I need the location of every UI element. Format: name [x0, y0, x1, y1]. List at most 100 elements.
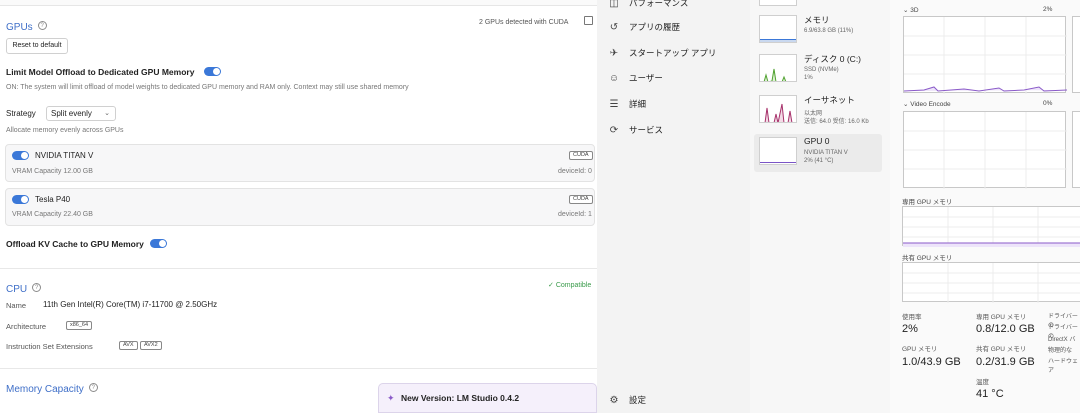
video-encode-graph: [903, 111, 1067, 189]
gpu-name-0: NVIDIA TITAN V: [35, 151, 94, 160]
kv-toggle[interactable]: [150, 239, 167, 248]
nav-label: サービス: [629, 125, 664, 135]
resource-disk[interactable]: ディスク 0 (C:) SSD (NVMe) 1%: [754, 51, 882, 89]
gpu-mem-label: GPU メモリ: [902, 346, 938, 353]
memory-title: Memory Capacity: [6, 384, 84, 395]
update-toast[interactable]: ✦ New Version: LM Studio 0.4.2: [378, 383, 597, 413]
strategy-value: Split evenly: [51, 109, 92, 118]
nav-label: スタートアップ アプリ: [629, 48, 717, 58]
resource-sub: SSD (NVMe): [804, 67, 839, 73]
gear-icon: ⚙: [609, 394, 619, 406]
history-icon: ↺: [609, 21, 619, 33]
nav-item-app-history[interactable]: ↺ アプリの履歴: [607, 19, 680, 35]
memory-header: Memory Capacity?: [6, 379, 98, 397]
gpu-thumb: [759, 137, 797, 165]
disk-spark: [763, 68, 787, 81]
side-line: ハードウェア: [1048, 359, 1079, 374]
gpu-vram-0: VRAM Capacity 12.00 GB: [12, 168, 93, 175]
nav-item-users[interactable]: ☺ ユーザー: [607, 70, 663, 86]
cpu-header: CPU?: [6, 279, 42, 297]
cpu-compat-label: Compatible: [555, 282, 592, 289]
engine-3d-svg: [903, 17, 1068, 94]
engine-graph-right: [1072, 16, 1080, 93]
video-encode-pct: 0%: [1043, 100, 1053, 107]
gpus-header: GPUs?: [6, 17, 47, 35]
ded-value: 0.8/12.0 GB: [976, 323, 1035, 335]
resource-sub: NVIDIA TITAN V: [804, 150, 848, 156]
resource-name: メモリ: [804, 15, 830, 25]
services-icon: ⟳: [609, 124, 619, 136]
cuda-badge-0: CUDA: [569, 151, 593, 160]
chevron-down-icon: ⌄: [104, 110, 110, 117]
shared-value: 0.2/31.9 GB: [976, 356, 1035, 368]
ise-chip-avx2: AVX2: [140, 341, 162, 350]
refresh-icon[interactable]: [584, 16, 593, 25]
help-icon[interactable]: ?: [32, 283, 42, 293]
shared-mem-label: 共有 GPU メモリ: [902, 255, 953, 262]
help-icon[interactable]: ?: [88, 383, 98, 393]
gpu-vram-1: VRAM Capacity 22.40 GB: [12, 211, 93, 218]
ise-chip-avx: AVX: [119, 341, 138, 350]
shared-mem-graph: [902, 262, 1080, 303]
resource-name: ディスク 0 (C:): [804, 54, 862, 64]
toast-title: New Version: LM Studio 0.4.2: [401, 393, 520, 403]
nav-label: パフォーマンス: [629, 0, 689, 8]
nav-label: ユーザー: [629, 73, 663, 83]
cpu-name-label: Name: [6, 301, 27, 310]
gpu-toggle-1[interactable]: [12, 195, 29, 204]
gpu-card-1: Tesla P40 VRAM Capacity 22.40 GB CUDA de…: [5, 188, 595, 226]
ise-label: Instruction Set Extensions: [6, 342, 93, 351]
strategy-dropdown[interactable]: Split evenly ⌄: [46, 106, 116, 121]
check-icon: ✓: [548, 282, 556, 289]
nav-item-startup[interactable]: ✈ スタートアップ アプリ: [607, 45, 717, 61]
usage-label: 使用率: [902, 314, 922, 321]
gpu-device-0: deviceId: 0: [558, 168, 592, 175]
resource-ethernet[interactable]: イーサネット 以太网 送信: 64.0 受信: 16.0 Kb: [754, 92, 882, 130]
offload-toggle[interactable]: [204, 67, 221, 76]
temp-label: 温度: [976, 379, 989, 386]
gpu-detail: ⌄ 3D 2% ⌄ Video Encode 0% 専用 GPU メモリ 共有 …: [890, 0, 1080, 413]
cpu-thumb[interactable]: [759, 0, 797, 6]
gpu-mem-value: 1.0/43.9 GB: [902, 356, 961, 368]
cpu-name-value: 11th Gen Intel(R) Core(TM) i7-11700 @ 2.…: [43, 300, 218, 309]
side-line: 物理的な: [1048, 348, 1073, 354]
strategy-desc: Allocate memory evenly across GPUs: [6, 127, 124, 134]
help-icon[interactable]: ?: [37, 21, 47, 31]
arch-label: Architecture: [6, 322, 47, 331]
dedicated-mem-label: 専用 GPU メモリ: [902, 199, 953, 206]
nav-item-details[interactable]: ☰ 詳細: [607, 96, 647, 112]
dedicated-mem-svg: [903, 207, 1080, 247]
gpu-device-1: deviceId: 1: [558, 211, 592, 218]
divider: [0, 268, 597, 269]
resource-memory[interactable]: メモリ 6.9/63.8 GB (11%): [754, 12, 882, 50]
strategy-label: Strategy: [6, 109, 36, 118]
gpu-toggle-0[interactable]: [12, 151, 29, 160]
performance-icon: ◫: [609, 0, 619, 9]
engine-3d-graph: [903, 16, 1068, 94]
video-encode-svg: [904, 112, 1067, 189]
memory-thumb: [759, 15, 797, 43]
kv-title: Offload KV Cache to GPU Memory: [6, 239, 144, 249]
usage-value: 2%: [902, 323, 918, 335]
side-line: DirectX バ: [1048, 337, 1076, 343]
ded-label: 専用 GPU メモリ: [976, 314, 1027, 321]
resource-name: イーサネット: [804, 95, 855, 105]
gpu-name-1: Tesla P40: [35, 195, 71, 204]
users-icon: ☺: [608, 72, 620, 84]
video-graph-right: [1072, 111, 1080, 188]
lm-studio-hardware-panel: GPUs? 2 GPUs detected with CUDA Reset to…: [0, 0, 597, 413]
reset-button[interactable]: Reset to default: [6, 38, 68, 54]
cpu-title: CPU: [6, 284, 28, 295]
nav-item-services[interactable]: ⟳ サービス: [607, 122, 663, 138]
nav-item-settings[interactable]: ⚙ 設定: [607, 392, 647, 408]
dedicated-mem-graph: [902, 206, 1080, 247]
ethernet-thumb: [759, 95, 797, 123]
divider: [0, 368, 597, 369]
arch-chip: x86_64: [66, 321, 93, 330]
resource-gpu0[interactable]: GPU 0 NVIDIA TITAN V 2% (41 °C): [754, 134, 882, 172]
engine-3d-pct: 2%: [1043, 6, 1053, 13]
shared-label: 共有 GPU メモリ: [976, 346, 1027, 353]
engine-3d-label: ⌄ 3D: [903, 7, 919, 14]
top-strip: [0, 0, 597, 6]
nav-item-performance[interactable]: ◫ パフォーマンス: [607, 0, 688, 11]
